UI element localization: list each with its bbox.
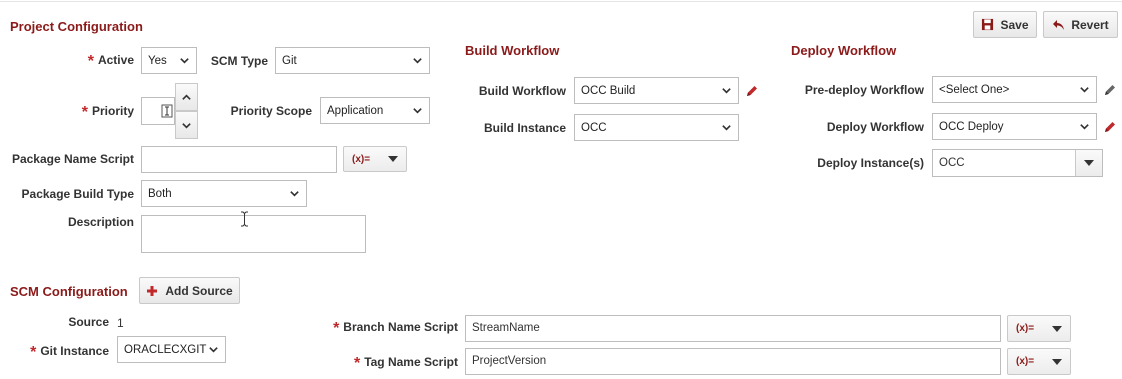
save-label: Save (1000, 17, 1029, 32)
add-source-label: Add Source (165, 283, 233, 298)
required-marker: * (87, 53, 94, 70)
scm-type-label: SCM Type (210, 54, 268, 68)
revert-label: Revert (1071, 17, 1109, 32)
source-label: Source (68, 315, 109, 329)
save-icon (982, 18, 994, 31)
deploy-workflow-label: Deploy Workflow (826, 120, 924, 134)
git-instance-label: * Git Instance (30, 344, 109, 361)
edit-pencil-icon[interactable] (1103, 120, 1117, 134)
branch-fx-button[interactable]: (x)= (1007, 315, 1071, 342)
chevron-down-icon (1080, 124, 1089, 130)
scm-type-select[interactable]: Git (275, 47, 430, 74)
chevron-down-icon (413, 58, 422, 64)
chevron-down-icon (413, 108, 422, 114)
dropdown-arrow-icon (388, 156, 398, 162)
predeploy-workflow-label: Pre-deploy Workflow (804, 83, 924, 97)
predeploy-workflow-select[interactable]: <Select One> (932, 76, 1097, 103)
build-instance-select[interactable]: OCC (574, 114, 739, 141)
active-label: * Active (87, 53, 134, 70)
branch-name-script-label: * Branch Name Script (333, 320, 458, 337)
build-workflow-label: Build Workflow (478, 84, 566, 98)
required-marker: * (333, 320, 340, 337)
build-workflow-title: Build Workflow (465, 43, 560, 58)
deploy-instances-select[interactable]: OCC (932, 149, 1103, 177)
edit-pencil-icon[interactable] (745, 84, 759, 98)
build-instance-label: Build Instance (483, 121, 566, 135)
edit-pencil-icon[interactable] (1103, 83, 1117, 97)
package-build-type-select[interactable]: Both (141, 180, 307, 207)
scm-configuration-title: SCM Configuration (10, 284, 128, 299)
deploy-workflow-select[interactable]: OCC Deploy (932, 113, 1097, 140)
chevron-down-icon (1080, 87, 1089, 93)
deploy-instances-dropdown-button[interactable] (1075, 150, 1102, 176)
required-marker: * (81, 104, 88, 121)
priority-scope-select[interactable]: Application (320, 97, 430, 124)
chevron-down-icon (209, 347, 218, 353)
package-build-type-label: Package Build Type (21, 187, 134, 201)
chevron-down-icon (290, 191, 299, 197)
chevron-down-icon (182, 122, 191, 129)
chevron-up-icon (182, 93, 191, 100)
project-configuration-title: Project Configuration (10, 19, 143, 34)
dropdown-arrow-icon (1052, 325, 1062, 332)
deploy-workflow-title: Deploy Workflow (791, 43, 897, 58)
dropdown-arrow-icon (1084, 160, 1094, 166)
active-select[interactable]: Yes (141, 47, 197, 74)
chevron-down-icon (180, 58, 189, 64)
text-cursor-icon (161, 104, 173, 118)
description-textarea[interactable] (141, 215, 366, 253)
plus-icon (147, 285, 158, 296)
chevron-down-icon (722, 88, 731, 94)
branch-name-script-input[interactable]: StreamName (465, 315, 1001, 342)
dropdown-arrow-icon (1052, 358, 1062, 365)
source-number: 1 (117, 316, 124, 330)
chevron-down-icon (722, 125, 731, 131)
top-divider (0, 1, 1122, 2)
fx-label: (x)= (352, 153, 371, 165)
priority-input[interactable] (141, 97, 175, 125)
tag-name-script-input[interactable]: ProjectVersion (465, 348, 1001, 375)
tag-fx-button[interactable]: (x)= (1007, 348, 1071, 375)
description-label: Description (67, 215, 134, 229)
build-workflow-select[interactable]: OCC Build (574, 77, 739, 104)
fx-label: (x)= (1016, 356, 1035, 367)
required-marker: * (30, 344, 37, 361)
package-name-script-input[interactable] (141, 146, 337, 173)
package-name-script-label: Package Name Script (11, 152, 134, 166)
tag-name-script-label: * Tag Name Script (353, 355, 458, 372)
text-cursor-icon (241, 211, 248, 227)
priority-label: * Priority (81, 104, 134, 121)
required-marker: * (353, 355, 361, 372)
fx-label: (x)= (1016, 323, 1035, 334)
deploy-instances-label: Deploy Instance(s) (817, 156, 924, 170)
priority-scope-label: Priority Scope (230, 104, 312, 118)
priority-decrement-button[interactable] (175, 111, 198, 139)
undo-icon (1053, 19, 1065, 30)
git-instance-select[interactable]: ORACLECXGIT (117, 336, 226, 363)
add-source-button[interactable]: Add Source (139, 277, 240, 304)
package-name-fx-button[interactable]: (x)= (343, 146, 407, 172)
revert-button[interactable]: Revert (1043, 11, 1118, 38)
save-button[interactable]: Save (973, 11, 1037, 38)
priority-increment-button[interactable] (175, 83, 198, 111)
